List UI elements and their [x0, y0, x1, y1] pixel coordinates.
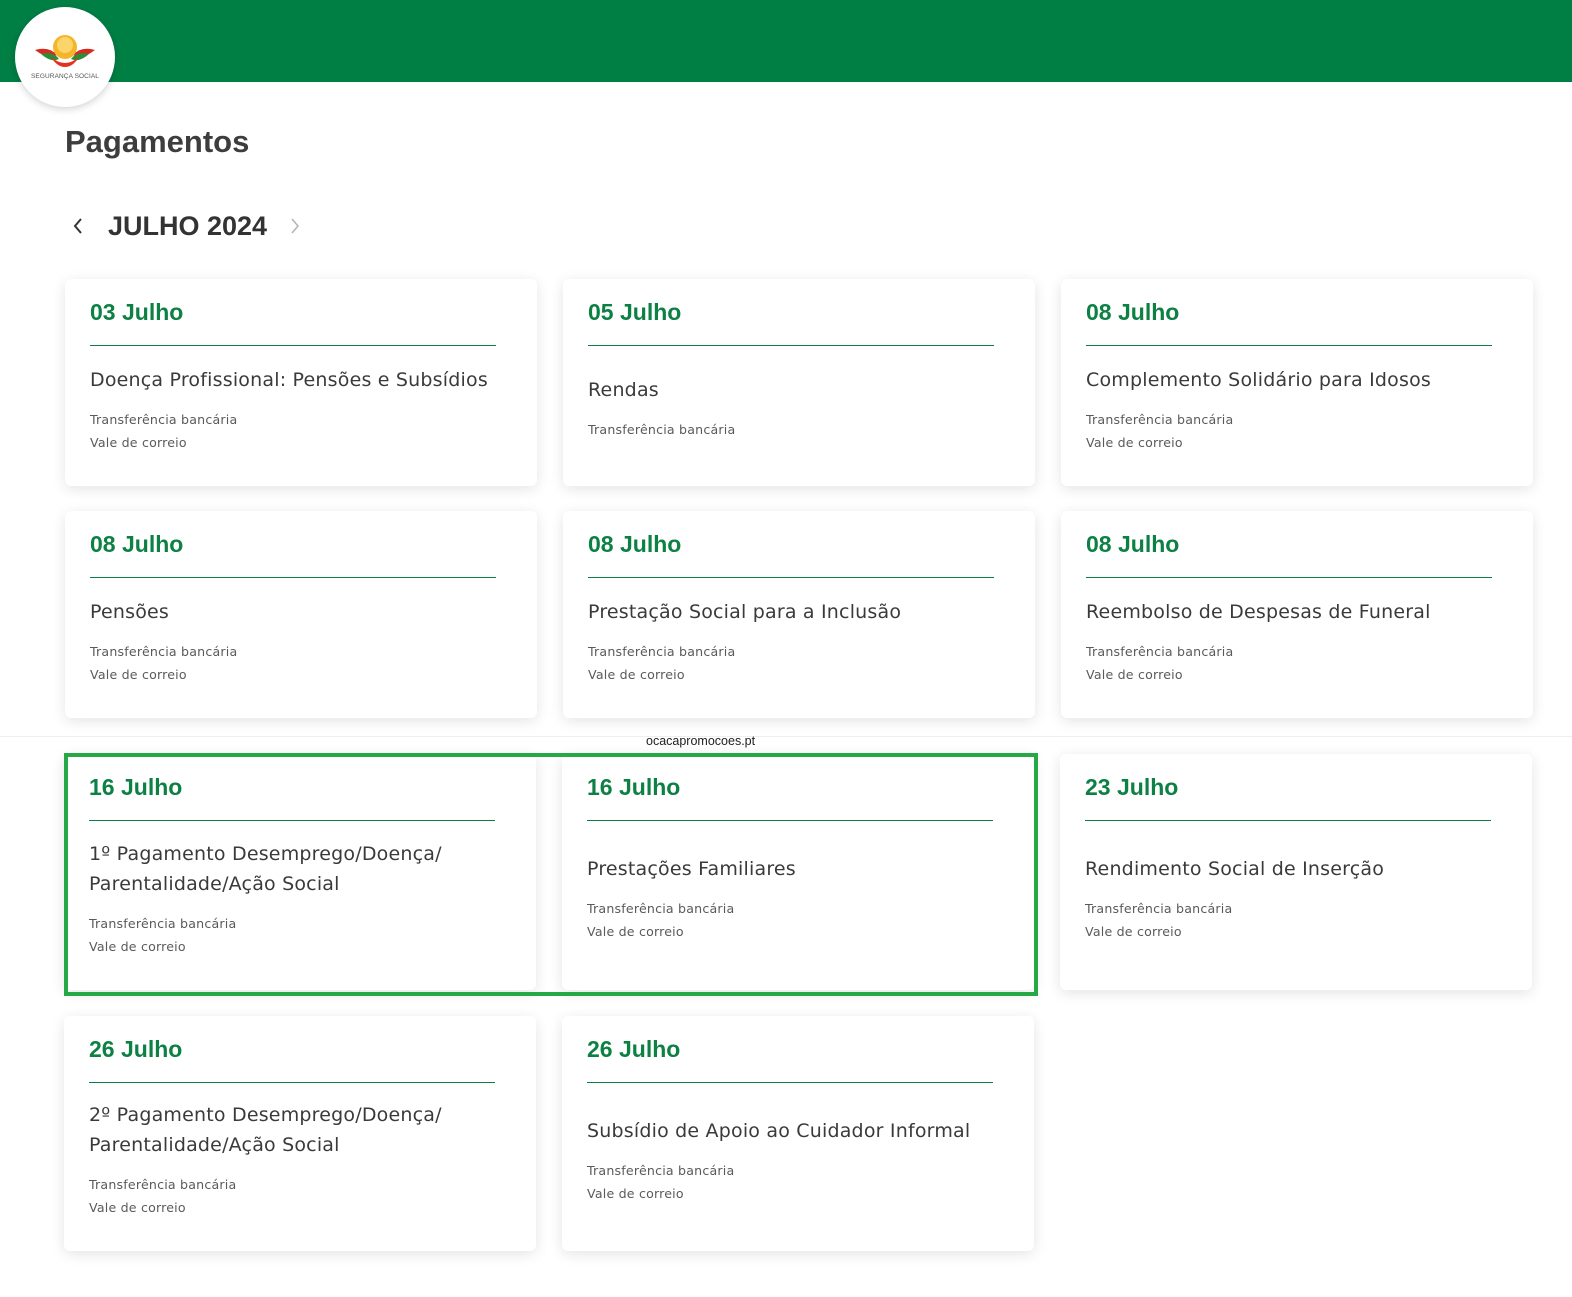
- payment-method: Transferência bancária: [90, 644, 238, 659]
- chevron-left-icon: [73, 218, 82, 234]
- payment-date: 26 Julho: [587, 1036, 681, 1062]
- logo-emblem-icon: [35, 35, 95, 67]
- current-month-label: JULHO 2024: [108, 210, 268, 241]
- payment-method: Transferência bancária: [89, 1177, 237, 1192]
- month-navigator: JULHO 2024: [66, 206, 307, 246]
- payment-method: Transferência bancária: [587, 1163, 735, 1178]
- payment-method: Vale de correio: [90, 667, 187, 682]
- payment-method: Transferência bancária: [588, 644, 736, 659]
- next-month-button[interactable]: [283, 207, 307, 245]
- payment-card[interactable]: 05 Julho Rendas Transferência bancária: [563, 279, 1035, 486]
- payment-title: Prestação Social para a Inclusão: [588, 600, 902, 623]
- payment-method: Vale de correio: [587, 1186, 684, 1201]
- payment-date: 23 Julho: [1085, 774, 1179, 800]
- payment-method: Transferência bancária: [588, 422, 736, 437]
- payment-title: Doença Profissional: Pensões e Subsídios: [90, 368, 488, 391]
- highlight-frame: [64, 753, 1038, 996]
- previous-month-button[interactable]: [66, 207, 90, 245]
- payment-title: Subsídio de Apoio ao Cuidador Informal: [587, 1119, 971, 1142]
- payment-date: 08 Julho: [1086, 299, 1180, 325]
- payment-method: Vale de correio: [1085, 924, 1182, 939]
- payment-date: 03 Julho: [90, 299, 184, 325]
- card-divider: [588, 345, 994, 346]
- chevron-right-icon: [291, 218, 300, 234]
- payment-date: 08 Julho: [588, 531, 682, 557]
- payment-title: 2º Pagamento Desemprego/Doença/ Parental…: [89, 1104, 442, 1156]
- payment-card[interactable]: 08 Julho Prestação Social para a Inclusã…: [563, 511, 1035, 718]
- payment-card[interactable]: 08 Julho Reembolso de Despesas de Funera…: [1061, 511, 1533, 718]
- payment-card[interactable]: 23 Julho Rendimento Social de Inserção T…: [1060, 754, 1532, 990]
- payment-card[interactable]: 08 Julho Pensões Transferência bancária …: [65, 511, 537, 718]
- payment-card[interactable]: 26 Julho Subsídio de Apoio ao Cuidador I…: [562, 1016, 1034, 1251]
- payment-card[interactable]: 08 Julho Complemento Solidário para Idos…: [1061, 279, 1533, 486]
- card-divider: [1086, 577, 1492, 578]
- card-divider: [90, 345, 496, 346]
- card-divider: [588, 577, 994, 578]
- watermark-text: ocacapromocoes.pt: [646, 734, 756, 748]
- card-divider: [1085, 820, 1491, 821]
- row-divider: [0, 736, 1572, 737]
- payment-method: Vale de correio: [89, 1200, 186, 1215]
- payment-card[interactable]: 26 Julho 2º Pagamento Desemprego/Doença/…: [64, 1016, 536, 1251]
- card-divider: [89, 1082, 495, 1083]
- payment-title: Rendimento Social de Inserção: [1085, 857, 1385, 880]
- payment-method: Vale de correio: [1086, 667, 1183, 682]
- payment-date: 26 Julho: [89, 1036, 183, 1062]
- payment-method: Transferência bancária: [90, 412, 238, 427]
- seguranca-social-logo[interactable]: SEGURANÇA SOCIAL: [15, 7, 115, 107]
- payment-method: Vale de correio: [1086, 435, 1183, 450]
- payment-title: Reembolso de Despesas de Funeral: [1086, 600, 1431, 623]
- top-header-bar: [0, 0, 1572, 82]
- payment-date: 08 Julho: [1086, 531, 1180, 557]
- payment-method: Transferência bancária: [1085, 901, 1233, 916]
- page-title: Pagamentos: [65, 124, 250, 159]
- card-divider: [1086, 345, 1492, 346]
- payment-title: Pensões: [90, 600, 170, 623]
- payment-date: 08 Julho: [90, 531, 184, 557]
- card-divider: [90, 577, 496, 578]
- payment-date: 05 Julho: [588, 299, 682, 325]
- payment-method: Vale de correio: [90, 435, 187, 450]
- payment-method: Vale de correio: [588, 667, 685, 682]
- payment-title: Rendas: [588, 378, 659, 401]
- card-divider: [587, 1082, 993, 1083]
- logo-text: SEGURANÇA SOCIAL: [30, 73, 100, 80]
- payment-method: Transferência bancária: [1086, 644, 1234, 659]
- payment-title: Complemento Solidário para Idosos: [1086, 368, 1431, 391]
- payment-method: Transferência bancária: [1086, 412, 1234, 427]
- payment-card[interactable]: 03 Julho Doença Profissional: Pensões e …: [65, 279, 537, 486]
